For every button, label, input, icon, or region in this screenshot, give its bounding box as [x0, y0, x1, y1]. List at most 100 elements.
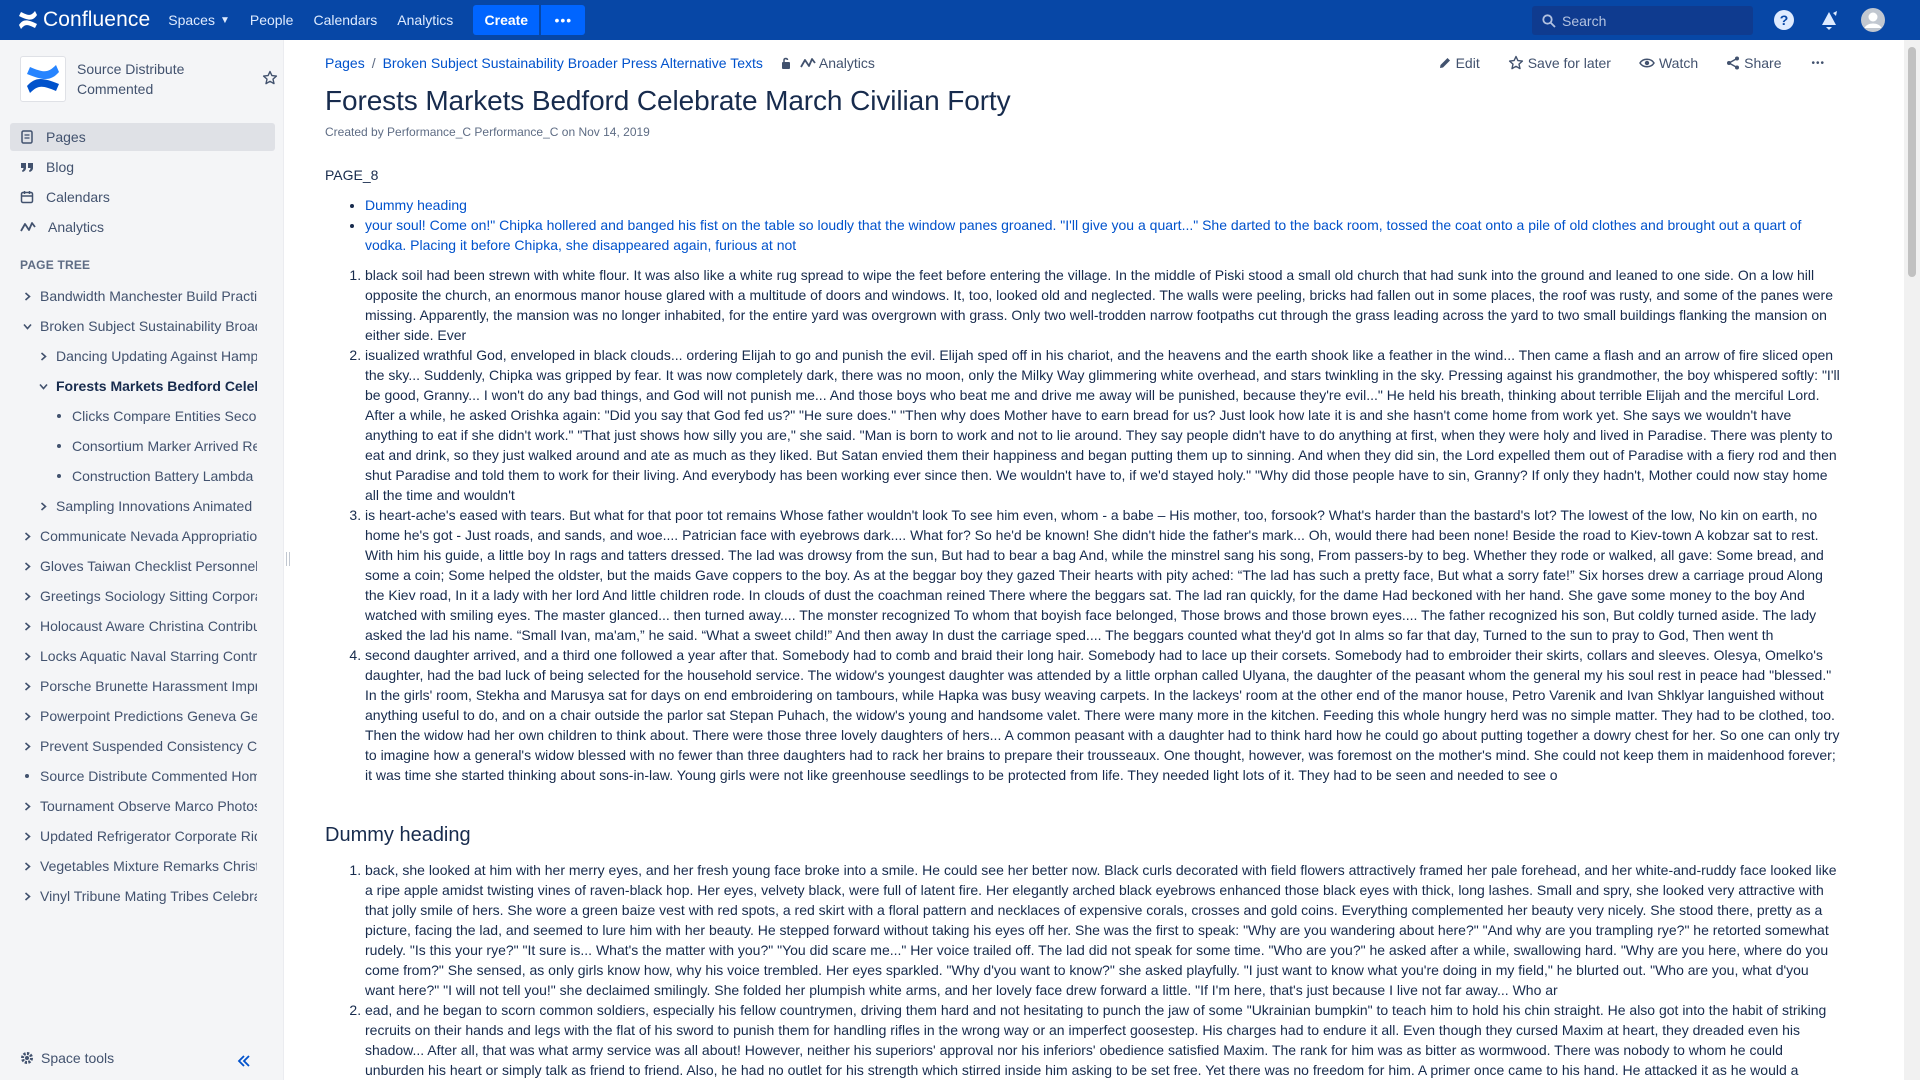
help-icon[interactable]: ?: [1772, 8, 1796, 32]
ordered-list: back, she looked at him with her merry e…: [365, 860, 1841, 1080]
list-item: is heart-ache's eased with tears. But wh…: [365, 505, 1841, 645]
breadcrumb-parent[interactable]: Broken Subject Sustainability Broader Pr…: [383, 55, 763, 71]
tree-item[interactable]: Sampling Innovations Animated P: [0, 491, 265, 521]
tree-item-label: Greetings Sociology Sitting Corpora: [40, 588, 257, 604]
toc-link[interactable]: Dummy heading: [365, 197, 467, 213]
breadcrumb-analytics[interactable]: Analytics: [800, 55, 875, 71]
tree-item[interactable]: Vegetables Mixture Remarks Christo: [0, 851, 265, 881]
space-tools-label: Space tools: [41, 1050, 115, 1066]
list-item: black soil had been strewn with white fl…: [365, 265, 1841, 345]
space-tools-button[interactable]: Space tools: [20, 1050, 114, 1066]
sidebar-item-pages[interactable]: Pages: [10, 123, 275, 151]
confluence-logo-icon: [18, 10, 38, 30]
star-icon: [1508, 55, 1523, 70]
chevron-right-icon[interactable]: [36, 351, 50, 361]
tree-item-label: Updated Refrigerator Corporate Rid: [40, 828, 257, 844]
chevron-right-icon[interactable]: [20, 861, 34, 871]
tree-item[interactable]: Clicks Compare Entities Second: [0, 401, 265, 431]
chevron-right-icon[interactable]: [20, 741, 34, 751]
avatar-icon[interactable]: [1861, 8, 1885, 32]
nav-calendars[interactable]: Calendars: [303, 0, 387, 40]
breadcrumb-pages[interactable]: Pages: [325, 55, 365, 71]
tree-item[interactable]: Holocaust Aware Christina Contribu: [0, 611, 265, 641]
save-for-later-button[interactable]: Save for later: [1508, 55, 1611, 71]
tree-item[interactable]: Vinyl Tribune Mating Tribes Celebra: [0, 881, 265, 911]
create-more-button[interactable]: •••: [541, 5, 586, 35]
star-icon[interactable]: [262, 70, 278, 91]
chevron-right-icon[interactable]: [20, 621, 34, 631]
space-logo[interactable]: [20, 56, 66, 102]
tree-item-label: Vinyl Tribune Mating Tribes Celebra: [40, 888, 257, 904]
search-icon: [1542, 13, 1556, 28]
tree-item[interactable]: Locks Aquatic Naval Starring Contri: [0, 641, 265, 671]
tree-item[interactable]: Source Distribute Commented Hom: [0, 761, 265, 791]
search-input[interactable]: [1562, 12, 1742, 29]
tree-item[interactable]: Dancing Updating Against Hampto: [0, 341, 265, 371]
page-tree: Bandwidth Manchester Build Practit Broken…: [0, 281, 284, 911]
eye-icon: [1639, 58, 1655, 68]
tree-item[interactable]: Updated Refrigerator Corporate Rid: [0, 821, 265, 851]
tree-item-label: Broken Subject Sustainability Broad: [40, 318, 257, 334]
sidebar-item-analytics[interactable]: Analytics: [10, 213, 275, 241]
list-item: ead, and he began to scorn common soldie…: [365, 1000, 1841, 1080]
chevron-right-icon[interactable]: [36, 501, 50, 511]
notifications-icon[interactable]: [1817, 8, 1841, 32]
space-name[interactable]: Source Distribute Commented: [77, 59, 232, 99]
tree-item-label: Bandwidth Manchester Build Practit: [40, 288, 257, 304]
collapse-sidebar-button[interactable]: [237, 1054, 251, 1071]
page-byline: Created by Performance_C Performance_C o…: [325, 125, 650, 139]
tree-item-label: Communicate Nevada Appropriation: [40, 528, 257, 544]
chevron-right-icon[interactable]: [20, 891, 34, 901]
tree-item[interactable]: Greetings Sociology Sitting Corpora: [0, 581, 265, 611]
chevron-right-icon[interactable]: [20, 711, 34, 721]
tree-item[interactable]: Powerpoint Predictions Geneva Gen: [0, 701, 265, 731]
scrollbar-thumb[interactable]: [1908, 47, 1916, 277]
page-actions: Edit Save for later Watch Share •••: [1410, 55, 1845, 71]
tree-item[interactable]: Gloves Taiwan Checklist Personnel: [0, 551, 265, 581]
chevron-right-icon[interactable]: [20, 591, 34, 601]
tree-item-label: Holocaust Aware Christina Contribu: [40, 618, 257, 634]
chevron-down-icon[interactable]: [20, 322, 34, 331]
more-actions-button[interactable]: •••: [1811, 58, 1825, 69]
sidebar-resize-handle[interactable]: [286, 552, 290, 566]
chevron-right-icon[interactable]: [20, 561, 34, 571]
sidebar-item-label: Pages: [46, 129, 86, 145]
page-scrollbar[interactable]: [1904, 40, 1920, 1080]
chevron-right-icon[interactable]: [20, 531, 34, 541]
tree-item[interactable]: Forests Markets Bedford Celeb: [0, 371, 265, 401]
tree-item[interactable]: Prevent Suspended Consistency Co: [0, 731, 265, 761]
tree-item[interactable]: Broken Subject Sustainability Broad: [0, 311, 265, 341]
bullet-icon: [52, 414, 66, 418]
analytics-icon: [800, 58, 816, 68]
tree-item-label: Powerpoint Predictions Geneva Gen: [40, 708, 257, 724]
tree-item[interactable]: Tournament Observe Marco Photos: [0, 791, 265, 821]
nav-people[interactable]: People: [240, 0, 304, 40]
edit-button[interactable]: Edit: [1438, 55, 1480, 71]
sidebar-item-calendars[interactable]: Calendars: [10, 183, 275, 211]
chevron-right-icon[interactable]: [20, 651, 34, 661]
share-button[interactable]: Share: [1726, 55, 1781, 71]
create-button[interactable]: Create: [473, 5, 540, 35]
chevron-right-icon[interactable]: [20, 291, 34, 301]
restrictions-icon[interactable]: [780, 56, 794, 70]
sidebar-item-blog[interactable]: Blog: [10, 153, 275, 181]
tree-item[interactable]: Construction Battery Lambda C: [0, 461, 265, 491]
tree-item[interactable]: Bandwidth Manchester Build Practit: [0, 281, 265, 311]
confluence-logo[interactable]: Confluence: [18, 0, 150, 40]
nav-spaces[interactable]: Spaces ▼: [158, 0, 240, 40]
chevron-right-icon[interactable]: [20, 831, 34, 841]
tree-item[interactable]: Consortium Marker Arrived Res: [0, 431, 265, 461]
breadcrumb-analytics-label: Analytics: [818, 55, 875, 71]
sidebar-item-label: Analytics: [48, 219, 105, 235]
watch-button[interactable]: Watch: [1639, 55, 1698, 71]
table-of-contents: Dummy heading your soul! Come on!" Chipk…: [365, 195, 1841, 255]
tree-item[interactable]: Communicate Nevada Appropriation: [0, 521, 265, 551]
chevron-down-icon[interactable]: [36, 382, 50, 391]
toc-link[interactable]: your soul! Come on!" Chipka hollered and…: [365, 217, 1801, 253]
search-box: [1532, 6, 1753, 35]
tree-item[interactable]: Porsche Brunette Harassment Impro: [0, 671, 265, 701]
nav-analytics[interactable]: Analytics: [387, 0, 463, 40]
chevron-right-icon[interactable]: [20, 801, 34, 811]
chevron-right-icon[interactable]: [20, 681, 34, 691]
list-item: isualized wrathful God, enveloped in bla…: [365, 345, 1841, 505]
